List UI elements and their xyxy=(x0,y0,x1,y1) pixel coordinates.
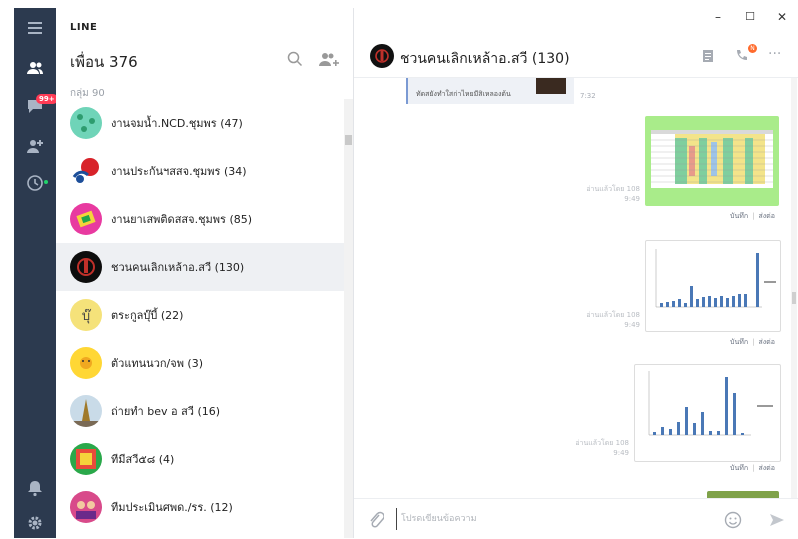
minimize-button[interactable]: – xyxy=(708,10,728,24)
menu-icon[interactable] xyxy=(25,18,45,38)
chat-title: ชวนคนเลิกเหล้าอ.สวี (130) xyxy=(400,51,570,67)
list-item-name: งานยาเสพติดสสจ.ชุมพร (85) xyxy=(111,213,253,226)
spreadsheet-thumbnail xyxy=(651,130,773,188)
list-item-name: ทีมประเมินศพด./รร. (12) xyxy=(111,501,233,514)
friends-scrollbar[interactable] xyxy=(344,99,353,538)
save-link[interactable]: บันทึก xyxy=(730,464,748,472)
friends-icon[interactable] xyxy=(25,58,45,78)
message-time: 7:32 xyxy=(580,92,596,100)
bell-icon[interactable] xyxy=(25,478,45,498)
add-friend-icon[interactable] xyxy=(25,136,45,156)
save-link[interactable]: บันทึก xyxy=(730,338,748,346)
chat-avatar xyxy=(370,44,394,68)
emoji-icon[interactable] xyxy=(724,511,742,529)
maximize-button[interactable]: ☐ xyxy=(740,10,760,23)
read-receipt: อ่านแล้วโดย 108 9:49 xyxy=(569,438,629,458)
read-receipt: อ่านแล้วโดย 108 9:49 xyxy=(580,184,640,204)
list-item-name: งานประกันฯสสจ.ชุมพร (34) xyxy=(111,165,247,178)
share-link[interactable]: ส่งต่อ xyxy=(758,464,774,472)
save-link[interactable]: บันทึก xyxy=(730,212,748,220)
call-badge: N xyxy=(748,44,757,53)
quoted-message[interactable]: ทัดสยังทำใสก่าไหยมีสิเหลองต้น xyxy=(406,78,574,104)
avatar xyxy=(70,491,102,523)
attach-icon[interactable] xyxy=(368,511,385,529)
settings-icon[interactable] xyxy=(25,513,45,533)
image-message[interactable] xyxy=(707,491,779,498)
message-input[interactable] xyxy=(396,508,703,530)
status-dot xyxy=(44,180,48,184)
list-item[interactable]: งานจมน้ำ.NCD.ชุมพร (47) xyxy=(56,99,344,147)
share-link[interactable]: ส่งต่อ xyxy=(758,212,774,220)
friends-panel: LINE เพื่อน 376 กลุ่ม 90 งานจมน้ำ.NCD.ชุ… xyxy=(56,8,354,538)
list-item-name: งานจมน้ำ.NCD.ชุมพร (47) xyxy=(111,117,243,130)
nav-rail: 99+ xyxy=(14,8,58,538)
list-item[interactable]: ชวนคนเลิกเหล้าอ.สวี (130) xyxy=(56,243,344,291)
quoted-thumbnail xyxy=(536,78,566,94)
avatar xyxy=(70,395,102,427)
list-item[interactable]: ถ่ายทำ bev อ สวี (16) xyxy=(56,387,344,435)
message-time: 9:49 xyxy=(624,195,640,203)
read-count: อ่านแล้วโดย 108 xyxy=(586,185,640,193)
list-item[interactable]: ทีมประเมินศพด./รร. (12) xyxy=(56,483,344,531)
list-item-name: ถ่ายทำ bev อ สวี (16) xyxy=(111,405,221,418)
avatar xyxy=(70,107,102,139)
read-count: อ่านแล้วโดย 108 xyxy=(586,311,640,319)
scroll-thumb[interactable] xyxy=(345,135,352,145)
app-logo: LINE xyxy=(70,22,98,33)
read-receipt: อ่านแล้วโดย 108 9:49 xyxy=(580,310,640,330)
avatar xyxy=(70,443,102,475)
avatar: บุ๊ xyxy=(70,299,102,331)
list-item-name: ทีมีสวี๕๘ (4) xyxy=(111,453,175,466)
bar-chart-thumbnail xyxy=(648,371,773,436)
list-item-name: ชวนคนเลิกเหล้าอ.สวี (130) xyxy=(111,261,245,274)
chat-pane: – ☐ ✕ ชวนคนเลิกเหล้าอ.สวี (130) N ··· ทั… xyxy=(354,8,798,539)
timeline-icon[interactable] xyxy=(25,173,45,193)
list-item-name: ตระกูลบุ๊บี้ (22) xyxy=(111,309,184,322)
search-icon[interactable] xyxy=(286,50,304,68)
avatar xyxy=(70,347,102,379)
message-time: 9:49 xyxy=(624,321,640,329)
message-actions: บันทึก | ส่งต่อ xyxy=(730,338,775,346)
read-count: อ่านแล้วโดย 108 xyxy=(575,439,629,447)
avatar xyxy=(70,155,102,187)
quoted-text: ทัดสยังทำใสก่าไหยมีสิเหลองต้น xyxy=(416,90,511,98)
list-item[interactable]: บุ๊ ตระกูลบุ๊บี้ (22) xyxy=(56,291,344,339)
svg-text:บุ๊: บุ๊ xyxy=(82,309,92,324)
composer xyxy=(354,498,798,539)
image-message[interactable] xyxy=(645,116,779,206)
avatar xyxy=(70,251,102,283)
image-message[interactable] xyxy=(645,240,781,332)
send-icon[interactable] xyxy=(768,511,786,529)
share-link[interactable]: ส่งต่อ xyxy=(758,338,774,346)
notes-icon[interactable] xyxy=(700,48,716,64)
chat-badge: 99+ xyxy=(36,94,58,104)
list-item[interactable]: ตัวแทนนวก/จพ (3) xyxy=(56,339,344,387)
list-item[interactable]: งานยาเสพติดสสจ.ชุมพร (85) xyxy=(56,195,344,243)
chat-scrollbar[interactable] xyxy=(791,78,797,498)
group-list: งานจมน้ำ.NCD.ชุมพร (47) งานประกันฯสสจ.ชุ… xyxy=(56,99,344,531)
more-icon[interactable]: ··· xyxy=(768,46,788,62)
scroll-thumb[interactable] xyxy=(792,292,796,304)
bar-chart-thumbnail xyxy=(655,249,776,308)
close-button[interactable]: ✕ xyxy=(772,10,792,24)
list-item[interactable]: งานประกันฯสสจ.ชุมพร (34) xyxy=(56,147,344,195)
list-item-name: ตัวแทนนวก/จพ (3) xyxy=(111,357,204,370)
message-actions: บันทึก | ส่งต่อ xyxy=(730,212,775,220)
message-actions: บันทึก | ส่งต่อ xyxy=(730,464,775,472)
list-item[interactable]: ทีมีสวี๕๘ (4) xyxy=(56,435,344,483)
message-list: ทัดสยังทำใสก่าไหยมีสิเหลองต้น 7:32 อ่านแ… xyxy=(354,78,798,498)
friends-count-title: เพื่อน 376 xyxy=(70,53,138,71)
image-message[interactable] xyxy=(634,364,781,462)
message-time: 9:49 xyxy=(613,449,629,457)
add-friend-button-icon[interactable] xyxy=(318,50,340,68)
avatar xyxy=(70,203,102,235)
